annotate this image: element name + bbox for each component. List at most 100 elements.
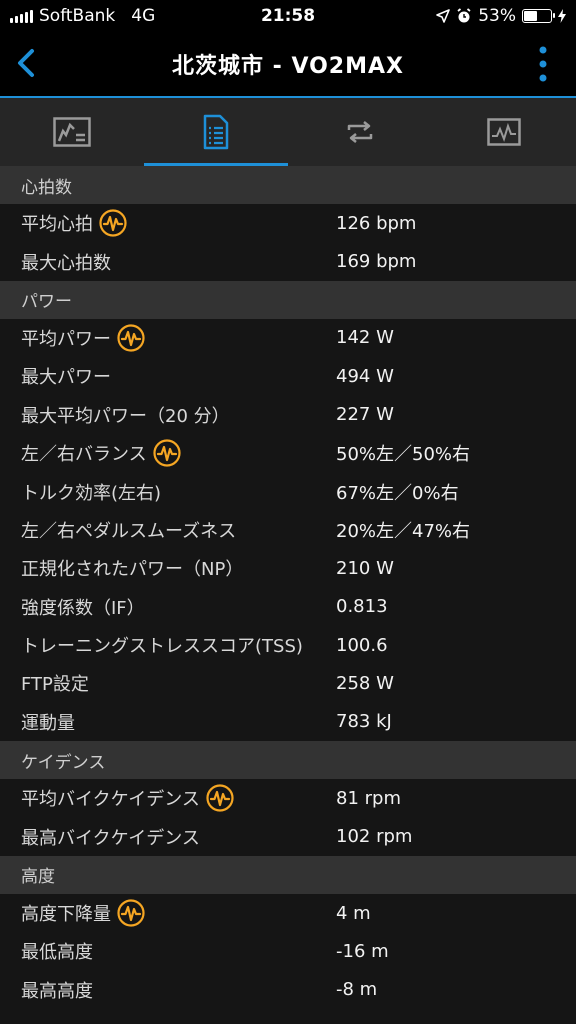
stat-label-cell: FTP設定 <box>0 670 336 696</box>
stat-value: 67%左／0%右 <box>336 482 459 504</box>
stat-label-cell: 正規化されたパワー（NP） <box>0 555 336 581</box>
stat-label-cell: トレーニングストレススコア(TSS) <box>0 632 336 658</box>
stat-label: FTP設定 <box>21 674 89 696</box>
tab-graphs[interactable] <box>432 98 576 166</box>
stat-label: 平均バイクケイデンス <box>21 789 200 811</box>
stat-row: 平均パワー 142 W <box>0 319 576 357</box>
stat-row: トルク効率(左右) 67%左／0%右 <box>0 472 576 510</box>
stat-value: 81 rpm <box>336 787 401 809</box>
stat-label-cell: 強度係数（IF） <box>0 594 336 620</box>
stat-label: トルク効率(左右) <box>21 482 162 504</box>
location-arrow-icon <box>436 9 451 23</box>
battery-icon <box>522 9 555 23</box>
list-document-icon <box>203 114 229 150</box>
stat-row: トレーニングストレススコア(TSS) 100.6 <box>0 626 576 664</box>
stat-row: 平均心拍 126 bpm <box>0 204 576 242</box>
stat-label-cell: 平均バイクケイデンス <box>0 784 336 812</box>
alarm-clock-icon <box>457 8 471 23</box>
stat-value: 227 W <box>336 404 394 426</box>
stat-label-cell: トルク効率(左右) <box>0 479 336 505</box>
stat-value: 169 bpm <box>336 251 417 273</box>
stat-row: 最高バイクケイデンス 102 rpm <box>0 817 576 855</box>
stat-label: 最低高度 <box>21 942 93 964</box>
detail-badge-icon[interactable] <box>206 784 234 812</box>
more-options-icon[interactable] <box>538 46 548 82</box>
stat-label: 左／右ペダルスムーズネス <box>21 520 237 542</box>
back-arrow-icon[interactable] <box>12 46 46 80</box>
stat-label: 運動量 <box>21 712 75 734</box>
stat-label: 最大心拍数 <box>21 252 111 274</box>
stat-value: 20%左／47%右 <box>336 520 471 542</box>
stat-label-cell: 最高バイクケイデンス <box>0 824 336 850</box>
signal-strength-icon <box>10 9 33 23</box>
detail-badge-icon[interactable] <box>99 209 127 237</box>
activity-graph-icon <box>487 118 521 146</box>
stat-row: 左／右バランス 50%左／50%右 <box>0 434 576 472</box>
stat-value: 0.813 <box>336 596 388 618</box>
stat-label: 正規化されたパワー（NP） <box>21 559 244 581</box>
stat-row: 高度下降量 4 m <box>0 894 576 932</box>
stat-label-cell: 最低高度 <box>0 938 336 964</box>
stat-row: 運動量 783 kJ <box>0 703 576 741</box>
section-header: パワー <box>0 280 576 319</box>
nav-header: 北茨城市 - VO2MAX <box>0 32 576 98</box>
stat-label-cell: 最大平均パワー（20 分） <box>0 402 336 428</box>
stat-label: 平均心拍 <box>21 214 93 236</box>
stat-row: FTP設定 258 W <box>0 664 576 702</box>
stat-label: 強度係数（IF） <box>21 597 145 619</box>
stat-label: トレーニングストレススコア(TSS) <box>21 636 303 658</box>
section-header: 高度 <box>0 855 576 894</box>
stat-value: 50%左／50%右 <box>336 444 471 466</box>
stat-label: 最大パワー <box>21 367 111 389</box>
stat-value: 102 rpm <box>336 826 413 848</box>
stat-label-cell: 運動量 <box>0 709 336 735</box>
detail-badge-icon[interactable] <box>153 439 181 467</box>
detail-badge-icon[interactable] <box>117 899 145 927</box>
stat-row: 最大平均パワー（20 分） 227 W <box>0 396 576 434</box>
stat-label-cell: 左／右バランス <box>0 439 336 467</box>
network-type: 4G <box>131 6 156 26</box>
stat-row: 左／右ペダルスムーズネス 20%左／47%右 <box>0 511 576 549</box>
stat-value: 494 W <box>336 365 394 387</box>
stat-label-cell: 最大パワー <box>0 363 336 389</box>
stat-value: -8 m <box>336 979 378 1001</box>
repeat-icon <box>347 121 373 143</box>
stat-row: 最大心拍数 169 bpm <box>0 242 576 280</box>
tab-laps[interactable] <box>288 98 432 166</box>
charging-bolt-icon <box>558 9 566 23</box>
battery-percent: 53% <box>478 6 516 26</box>
stat-label: 高度下降量 <box>21 904 111 926</box>
detail-badge-icon[interactable] <box>117 324 145 352</box>
stat-value: 210 W <box>336 557 394 579</box>
stat-label-cell: 最大心拍数 <box>0 249 336 275</box>
carrier-name: SoftBank <box>39 6 116 26</box>
stat-value: 142 W <box>336 327 394 349</box>
stat-label: 左／右バランス <box>21 444 147 466</box>
stat-row: 最高高度 -8 m <box>0 971 576 1009</box>
stat-label: 最高高度 <box>21 980 93 1002</box>
stat-label-cell: 平均パワー <box>0 324 336 352</box>
stat-value: 783 kJ <box>336 711 392 733</box>
stat-value: 126 bpm <box>336 212 417 234</box>
tab-bar <box>0 98 576 166</box>
status-bar: SoftBank 4G 21:58 53% <box>0 0 576 32</box>
stat-label-cell: 最高高度 <box>0 977 336 1003</box>
stat-row: 最低高度 -16 m <box>0 932 576 970</box>
stat-row: 最大パワー 494 W <box>0 357 576 395</box>
tab-overview[interactable] <box>0 98 144 166</box>
stat-value: -16 m <box>336 940 389 962</box>
stat-label: 最高バイクケイデンス <box>21 827 200 849</box>
stat-row: 正規化されたパワー（NP） 210 W <box>0 549 576 587</box>
stat-value: 4 m <box>336 902 371 924</box>
stats-list: 心拍数 平均心拍 126 bpm 最大心拍数 169 bpm パワー 平均パワー 142 … <box>0 166 576 1024</box>
stat-label: 最大平均パワー（20 分） <box>21 405 230 427</box>
page-title: 北茨城市 - VO2MAX <box>172 54 404 79</box>
stat-label-cell: 平均心拍 <box>0 209 336 237</box>
stat-label-cell: 高度下降量 <box>0 899 336 927</box>
section-header: ケイデンス <box>0 741 576 780</box>
stat-value: 258 W <box>336 672 394 694</box>
stat-label-cell: 左／右ペダルスムーズネス <box>0 517 336 543</box>
chart-icon <box>53 117 91 147</box>
stat-label: 平均パワー <box>21 328 111 350</box>
tab-details[interactable] <box>144 98 288 166</box>
